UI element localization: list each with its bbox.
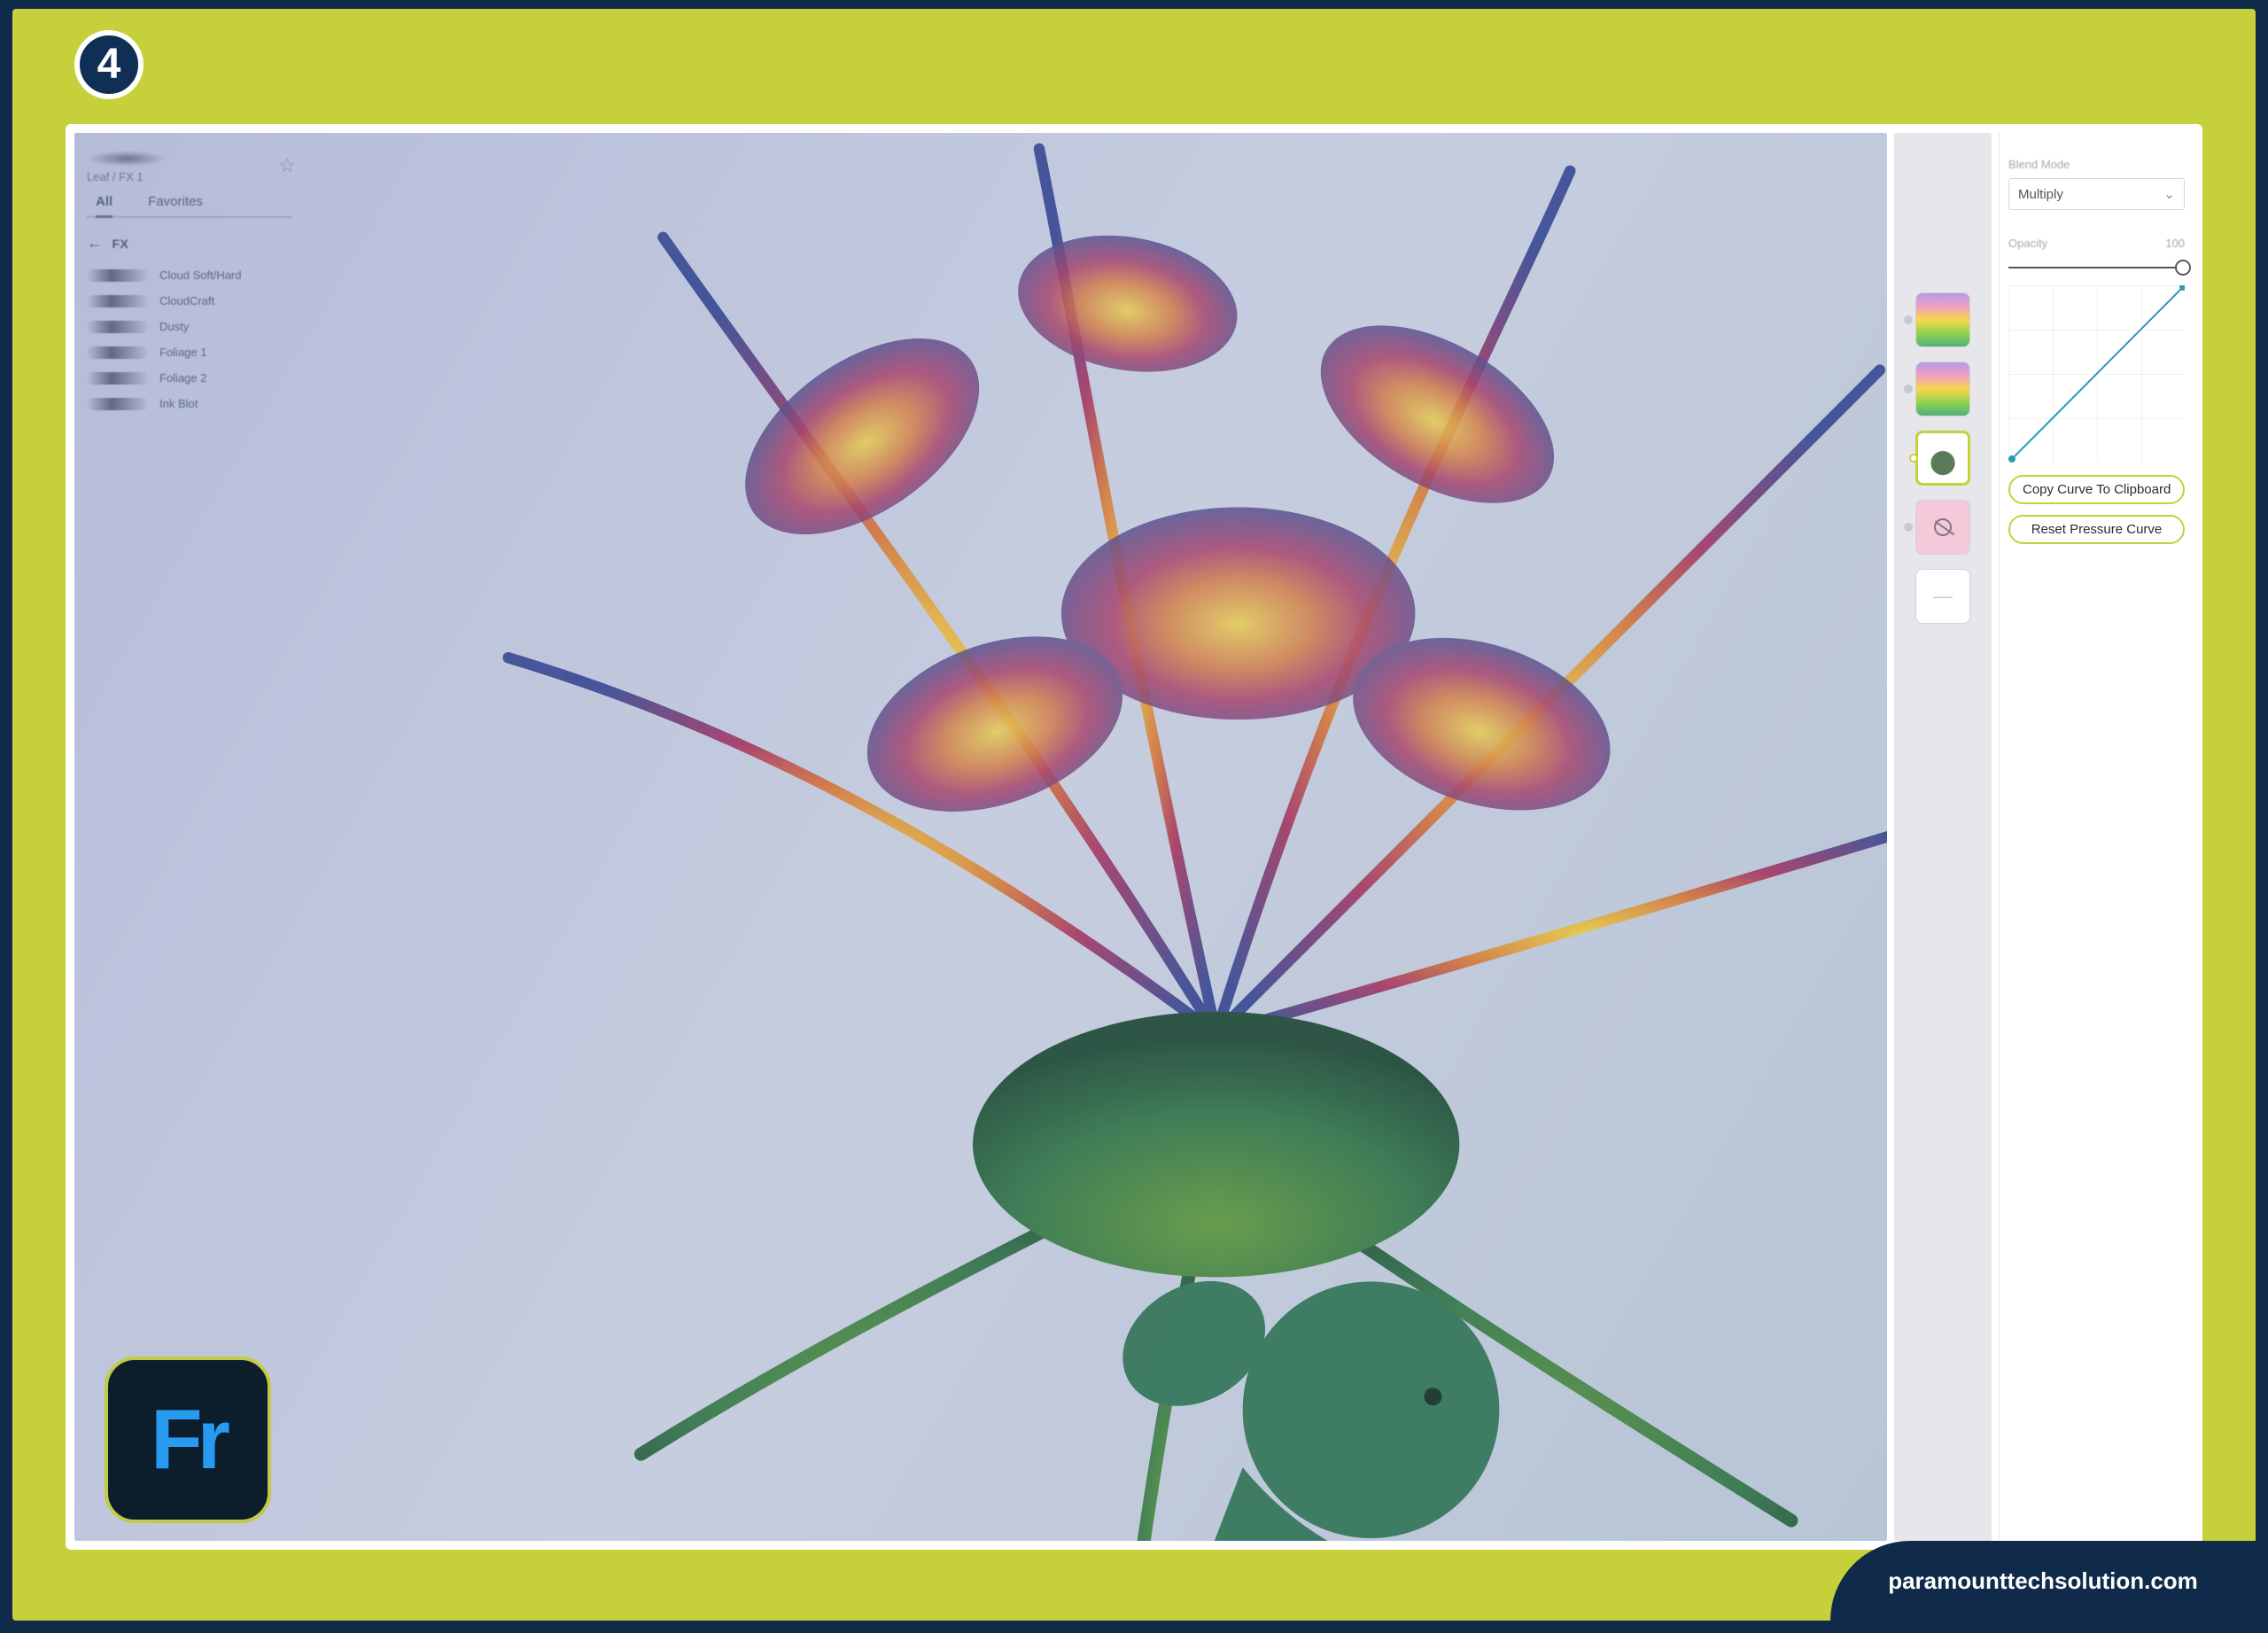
artwork-illustration xyxy=(74,133,1887,1541)
brush-item[interactable]: Ink Blot xyxy=(87,397,292,410)
layer-thumbnail-hidden[interactable] xyxy=(1915,500,1970,555)
layers-panel: — xyxy=(1894,133,1992,1541)
favorite-star-icon[interactable]: ☆ xyxy=(278,154,296,177)
slider-knob-icon[interactable] xyxy=(2175,260,2191,276)
brush-item-label: Foliage 2 xyxy=(159,371,206,385)
fresco-logo-text: Fr xyxy=(151,1391,225,1489)
brush-preview-stroke xyxy=(87,151,167,167)
brush-item-label: Ink Blot xyxy=(159,397,198,410)
brush-panel: Leaf / FX 1 ☆ All Favorites ← FX Cloud S… xyxy=(74,133,305,440)
chevron-down-icon: ⌄ xyxy=(2163,186,2175,202)
brush-item[interactable]: Foliage 1 xyxy=(87,346,292,359)
slider-track xyxy=(2008,267,2185,268)
screenshot-card: Leaf / FX 1 ☆ All Favorites ← FX Cloud S… xyxy=(66,124,2202,1550)
brush-stroke-icon xyxy=(87,398,149,410)
brush-stroke-icon xyxy=(87,295,149,307)
opacity-slider[interactable] xyxy=(2008,259,2185,276)
brush-item-label: Cloud Soft/Hard xyxy=(159,268,242,282)
footer-url: paramounttechsolution.com xyxy=(1888,1567,2198,1595)
reset-curve-button[interactable]: Reset Pressure Curve xyxy=(2008,515,2185,544)
properties-panel: Blend Mode Multiply ⌄ Opacity 100 xyxy=(1999,133,2194,1541)
adobe-fresco-logo: Fr xyxy=(105,1357,271,1523)
brush-stroke-icon xyxy=(87,372,149,385)
brush-item-label: Dusty xyxy=(159,320,189,333)
brush-item[interactable]: CloudCraft xyxy=(87,294,292,307)
tab-favorites[interactable]: Favorites xyxy=(148,194,203,209)
brush-group-header[interactable]: ← FX xyxy=(87,234,292,253)
copy-curve-button[interactable]: Copy Curve To Clipboard xyxy=(2008,475,2185,504)
brush-item[interactable]: Foliage 2 xyxy=(87,371,292,385)
step-number: 4 xyxy=(97,43,121,86)
brush-item-label: CloudCraft xyxy=(159,294,214,307)
blend-mode-value: Multiply xyxy=(2018,187,2063,202)
step-number-badge: 4 xyxy=(74,30,144,99)
brush-stroke-icon xyxy=(87,321,149,333)
visibility-off-icon xyxy=(1934,518,1952,536)
opacity-label: Opacity xyxy=(2008,237,2047,250)
canvas-area: Leaf / FX 1 ☆ All Favorites ← FX Cloud S… xyxy=(74,133,1887,1541)
brush-item-label: Foliage 1 xyxy=(159,346,206,359)
brush-item[interactable]: Dusty xyxy=(87,320,292,333)
tab-all[interactable]: All xyxy=(96,194,113,218)
current-brush-name: Leaf / FX 1 xyxy=(87,170,292,183)
pressure-curve-graph[interactable] xyxy=(2008,285,2185,463)
brush-stroke-icon xyxy=(87,346,149,359)
layer-thumbnail[interactable] xyxy=(1915,362,1970,416)
footer-banner: paramounttechsolution.com xyxy=(1830,1541,2256,1621)
brush-item[interactable]: Cloud Soft/Hard xyxy=(87,268,292,282)
layer-thumbnail[interactable] xyxy=(1915,292,1970,347)
brush-stroke-icon xyxy=(87,269,149,282)
blend-mode-label: Blend Mode xyxy=(2008,158,2185,171)
selected-layer-dot-icon xyxy=(1909,454,1918,463)
brush-group-label: FX xyxy=(113,237,129,251)
blend-mode-select[interactable]: Multiply ⌄ xyxy=(2008,178,2185,210)
opacity-value: 100 xyxy=(2165,237,2185,250)
layer-thumbnail-selected[interactable] xyxy=(1915,431,1970,486)
layer-thumbnail[interactable]: — xyxy=(1915,569,1970,624)
back-chevron-icon: ← xyxy=(87,234,104,253)
